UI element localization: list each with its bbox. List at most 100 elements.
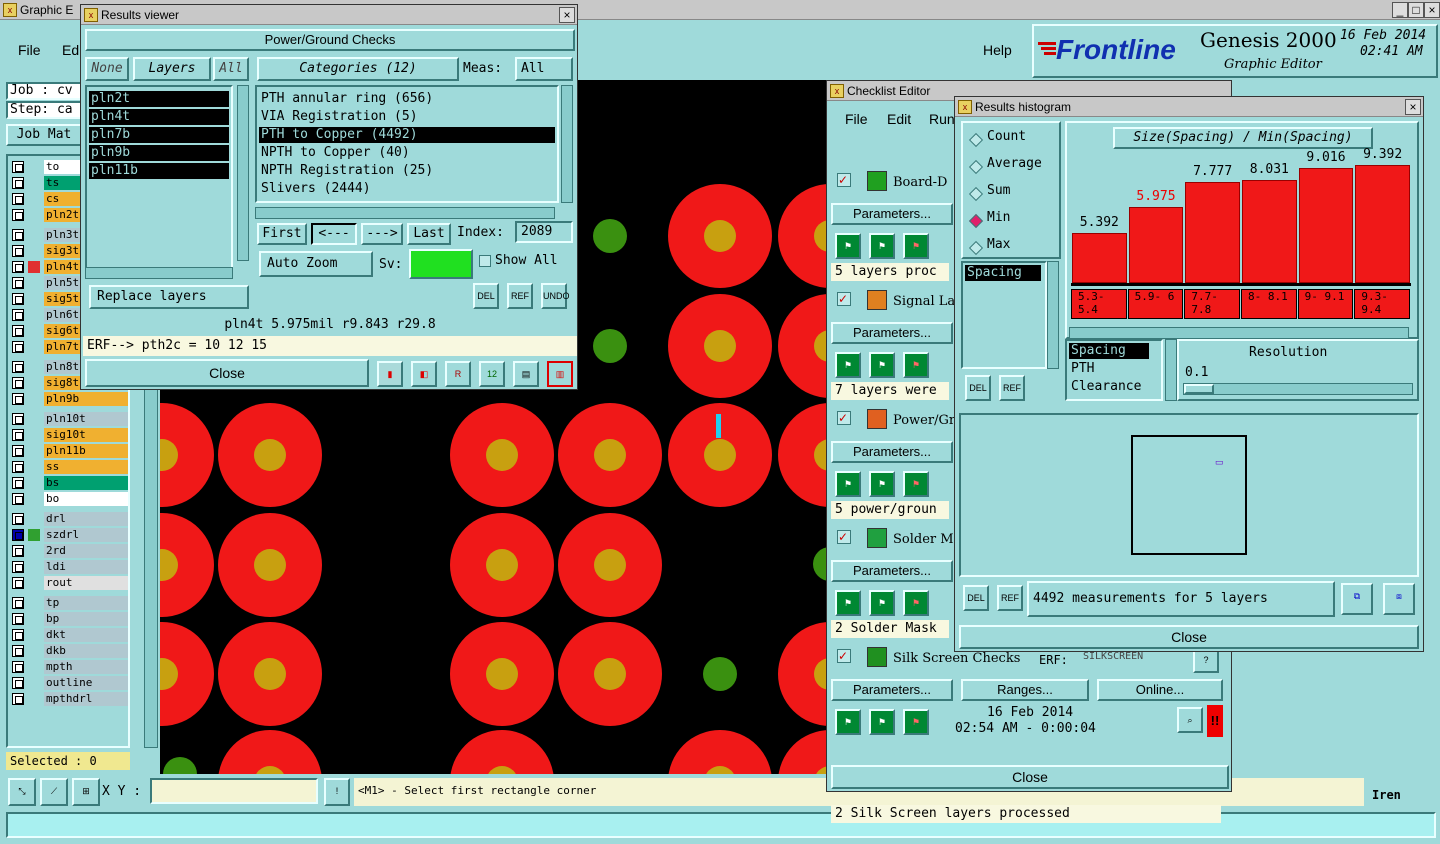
layer-checkbox[interactable] — [12, 477, 24, 489]
measure-list-item[interactable]: Spacing — [965, 265, 1041, 281]
zoom-fit-icon[interactable]: ⧈ — [1383, 583, 1415, 615]
layer-checkbox[interactable] — [12, 493, 24, 505]
layer-name[interactable]: bs — [44, 476, 128, 490]
layer-state-swatch[interactable] — [28, 561, 40, 573]
layer-row-mpth[interactable]: mpth — [12, 660, 128, 674]
layer-state-swatch[interactable] — [28, 513, 40, 525]
parameters-button[interactable]: Parameters... — [831, 203, 953, 225]
layer-results-hscroll[interactable] — [85, 267, 233, 279]
layer-state-swatch[interactable] — [28, 577, 40, 589]
layer-state-swatch[interactable] — [28, 261, 40, 273]
option-label[interactable]: Max — [987, 237, 1010, 252]
layer-checkbox[interactable] — [12, 529, 24, 541]
layer-checkbox[interactable] — [12, 325, 24, 337]
minimize-button[interactable]: _ — [1392, 2, 1408, 18]
auto-zoom-menu[interactable]: Auto Zoom — [259, 251, 373, 277]
layer-row-pln11b[interactable]: pln11b — [12, 444, 128, 458]
layer-row-dkt[interactable]: dkt — [12, 628, 128, 642]
layer-name[interactable]: pln11b — [44, 444, 128, 458]
histogram-bar[interactable] — [1128, 207, 1184, 283]
sv-color-select[interactable] — [409, 249, 473, 279]
summary-del-button[interactable]: DEL — [963, 585, 989, 611]
layer-checkbox[interactable] — [12, 461, 24, 473]
layer-checkbox[interactable] — [12, 229, 24, 241]
layer-checkbox[interactable] — [12, 361, 24, 373]
option-label[interactable]: Sum — [987, 183, 1010, 198]
maximize-button[interactable]: □ — [1408, 2, 1424, 18]
checklist-menu-edit[interactable]: Edit — [887, 111, 911, 127]
layer-state-swatch[interactable] — [28, 177, 40, 189]
measure-type-scrollbar[interactable] — [1165, 339, 1177, 401]
xy-input[interactable] — [150, 778, 318, 804]
stop-icon[interactable]: ⚑ — [903, 233, 929, 259]
zoom-search-icon[interactable]: ⌕ — [1177, 707, 1203, 733]
layer-name[interactable]: dkb — [44, 644, 128, 658]
layer-state-swatch[interactable] — [28, 445, 40, 457]
menu-help[interactable]: Help — [983, 42, 1012, 58]
histogram-icon[interactable]: ▥ — [547, 361, 573, 387]
layer-name[interactable]: pln10t — [44, 412, 128, 426]
stop-icon[interactable]: ⚑ — [903, 352, 929, 378]
summary-ref-button[interactable]: REF — [997, 585, 1023, 611]
last-button[interactable]: Last — [407, 223, 451, 245]
layer-name[interactable]: dkt — [44, 628, 128, 642]
histogram-bar[interactable] — [1298, 168, 1354, 283]
layer-checkbox[interactable] — [12, 629, 24, 641]
index-input[interactable]: 2089 — [515, 221, 573, 243]
report-icon[interactable]: ▤ — [513, 361, 539, 387]
category-item[interactable]: VIA Registration (5) — [259, 109, 555, 125]
histogram-bar[interactable] — [1355, 165, 1410, 283]
menu-edit[interactable]: Ed — [62, 42, 79, 58]
meas-select[interactable]: All — [515, 57, 573, 81]
layer-row-ss[interactable]: ss — [12, 460, 128, 474]
next-button[interactable]: ---> — [361, 223, 403, 245]
histogram-titlebar[interactable]: x Results histogram × — [955, 97, 1423, 117]
measure-type-item[interactable]: Spacing — [1069, 343, 1149, 359]
layer-row-bo[interactable]: bo — [12, 492, 128, 506]
layer-checkbox[interactable] — [12, 577, 24, 589]
layer-state-swatch[interactable] — [28, 413, 40, 425]
layer-name[interactable]: szdrl — [44, 528, 128, 542]
layer-name[interactable]: rout — [44, 576, 128, 590]
ranges-button[interactable]: Ranges... — [961, 679, 1089, 701]
option-label[interactable]: Min — [987, 210, 1010, 225]
layer-checkbox[interactable] — [12, 677, 24, 689]
results-viewer-titlebar[interactable]: x Results viewer × — [81, 5, 577, 25]
measure-icon[interactable]: ⟋ — [40, 778, 68, 806]
first-button[interactable]: First — [257, 223, 307, 245]
layer-name[interactable]: ss — [44, 460, 128, 474]
replace-layers-menu[interactable]: Replace layers — [89, 285, 249, 309]
job-matrix-button[interactable]: Job Mat — [6, 124, 82, 146]
parameters-button[interactable]: Parameters... — [831, 560, 953, 582]
layer-name[interactable]: drl — [44, 512, 128, 526]
layer-checkbox[interactable] — [12, 245, 24, 257]
layer-checkbox[interactable] — [12, 177, 24, 189]
layer-state-swatch[interactable] — [28, 529, 40, 541]
layer-results-scrollbar[interactable] — [237, 85, 249, 261]
layer-checkbox[interactable] — [12, 377, 24, 389]
layer-row-tp[interactable]: tp — [12, 596, 128, 610]
layer-state-swatch[interactable] — [28, 677, 40, 689]
parameters-button[interactable]: Parameters... — [831, 441, 953, 463]
layer-checkbox[interactable] — [12, 561, 24, 573]
category-item[interactable]: PTH to Copper (4492) — [259, 127, 555, 143]
option-label[interactable]: Count — [987, 129, 1026, 144]
none-button[interactable]: None — [85, 57, 129, 81]
job-field[interactable]: Job : cv — [6, 82, 82, 100]
layer-row-mpthdrl[interactable]: mpthdrl — [12, 692, 128, 706]
layer-state-swatch[interactable] — [28, 629, 40, 641]
parameters-button[interactable]: Parameters... — [831, 322, 953, 344]
run-all-icon[interactable]: ⚑ — [869, 352, 895, 378]
measure-type-item[interactable]: Clearance — [1069, 379, 1159, 395]
option-radio[interactable] — [968, 213, 984, 229]
layer-state-swatch[interactable] — [28, 597, 40, 609]
results-viewer-close-x[interactable]: × — [559, 7, 575, 23]
layer-state-swatch[interactable] — [28, 209, 40, 221]
run-icon[interactable]: ⚑ — [835, 471, 861, 497]
layer-state-swatch[interactable] — [28, 661, 40, 673]
layer-checkbox[interactable] — [12, 597, 24, 609]
histogram-close-x[interactable]: × — [1405, 99, 1421, 115]
run-all-icon[interactable]: ⚑ — [869, 233, 895, 259]
menu-file[interactable]: File — [18, 42, 41, 58]
layer-checkbox[interactable] — [12, 513, 24, 525]
